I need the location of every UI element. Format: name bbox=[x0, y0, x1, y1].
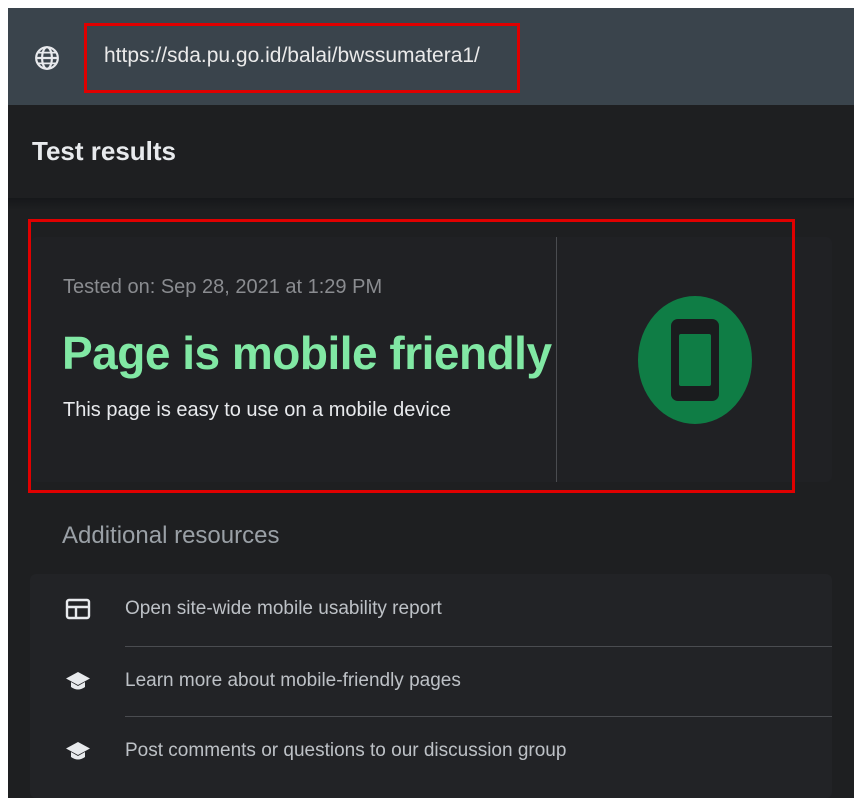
result-highlight-box bbox=[28, 219, 795, 493]
url-bar: https://sda.pu.go.id/balai/bwssumatera1/ bbox=[8, 8, 854, 105]
school-icon bbox=[66, 672, 90, 690]
header-divider bbox=[8, 198, 854, 210]
resource-item-label: Open site-wide mobile usability report bbox=[125, 598, 442, 619]
resource-item-discussion-group[interactable]: Post comments or questions to our discus… bbox=[30, 716, 832, 786]
app-window: https://sda.pu.go.id/balai/bwssumatera1/… bbox=[8, 8, 854, 798]
resource-item-learn-more[interactable]: Learn more about mobile-friendly pages bbox=[30, 646, 832, 716]
globe-icon bbox=[35, 46, 59, 70]
url-text[interactable]: https://sda.pu.go.id/balai/bwssumatera1/ bbox=[104, 44, 480, 68]
resource-item-label: Learn more about mobile-friendly pages bbox=[125, 670, 461, 691]
report-icon bbox=[65, 598, 91, 620]
resource-item-label: Post comments or questions to our discus… bbox=[125, 740, 567, 761]
resources-header: Additional resources bbox=[62, 522, 280, 549]
resource-item-usability-report[interactable]: Open site-wide mobile usability report bbox=[30, 574, 832, 644]
section-title: Test results bbox=[32, 136, 177, 166]
school-icon bbox=[66, 742, 90, 760]
